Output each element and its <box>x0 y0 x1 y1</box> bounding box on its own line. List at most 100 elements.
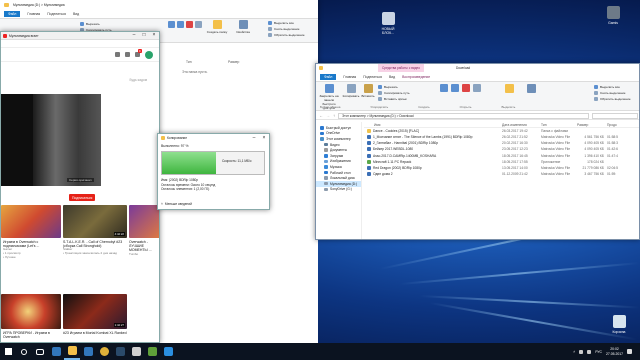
file-type: Matroska Video File <box>541 147 571 152</box>
tab-view[interactable]: Вид <box>389 75 395 79</box>
new-folder-button[interactable] <box>500 84 518 94</box>
windows-start-icon[interactable] <box>0 343 16 360</box>
clock[interactable]: 20:02 27.05.2017 <box>606 347 623 355</box>
subscribe-button[interactable]: Подписаться <box>69 194 96 201</box>
input-language[interactable]: РУС <box>595 350 602 354</box>
file-name: Dance - Cookies (2015) [FLAC] <box>373 129 419 134</box>
minimize-icon[interactable]: – <box>129 32 139 40</box>
new-folder-button[interactable]: Создать папку <box>206 20 228 34</box>
column-header-duration[interactable]: Продо <box>607 123 629 127</box>
tab-playback[interactable]: Воспроизведение <box>402 75 430 79</box>
column-header-name[interactable]: Имя <box>364 123 502 127</box>
video-card[interactable]: #23 Играем в Mortal Kombat XL Ranked <box>63 331 127 335</box>
tab-home[interactable]: Главная <box>27 12 40 16</box>
action-center-icon[interactable] <box>627 349 632 354</box>
notifications-button[interactable]: 9 <box>135 48 142 58</box>
close-icon[interactable]: × <box>149 32 159 40</box>
steam-icon-glyph <box>115 347 125 356</box>
video-thumbnail[interactable]: 1:42:27 <box>63 294 127 329</box>
video-thumbnail[interactable]: 4:42:22 <box>63 205 127 238</box>
video-duration: 1:42:27 <box>113 323 125 327</box>
tab-view[interactable]: Вид <box>73 12 79 16</box>
tab-file[interactable]: Файл <box>4 10 21 17</box>
video-card[interactable]: ИГРА ПРОВЕРКИ - Играем в Overwatch <box>3 331 61 339</box>
video-title[interactable]: #23 Играем в Mortal Kombat XL Ranked <box>63 331 127 335</box>
desktop-icon-new-block[interactable]: НОВЫЙ БЛОК... <box>374 12 402 35</box>
move-to-icon[interactable] <box>440 84 448 92</box>
up-arrow-icon[interactable]: ↑ <box>333 113 335 118</box>
address-bar <box>1 40 159 48</box>
delete-icon[interactable] <box>462 84 470 92</box>
search-icon[interactable] <box>16 343 32 360</box>
column-header-size[interactable]: Размер <box>577 123 607 127</box>
maximize-icon[interactable]: □ <box>139 32 149 40</box>
desktop-icon-recycle-bin[interactable]: Корзина <box>605 315 633 334</box>
steam-icon[interactable] <box>112 343 128 360</box>
file-type: Папка с файлами <box>541 129 569 134</box>
file-row[interactable]: Один дома 2 01.12.2009 21:42 Matroska Vide… <box>364 171 639 177</box>
skype-icon[interactable] <box>160 343 176 360</box>
video-thumbnail[interactable] <box>1 294 61 329</box>
browser-window[interactable]: Мультимедиа вгает – □ × 9 Будь кадом Сер… <box>0 31 160 343</box>
tab-file[interactable]: Файл <box>320 73 337 80</box>
back-arrow-icon[interactable]: ← <box>319 113 323 118</box>
tray-up-chevron-icon[interactable]: ˄ <box>573 350 575 354</box>
tab-share[interactable]: Поделиться <box>47 12 66 16</box>
obs-icon[interactable] <box>128 343 144 360</box>
invert-selection-button[interactable]: Обратить выделение <box>268 32 305 38</box>
utorrent-icon[interactable] <box>144 343 160 360</box>
move-to-icon[interactable] <box>168 21 175 28</box>
copy-progress-dialog[interactable]: Копирование – × Выполнено: 97 % Скорость… <box>157 133 270 210</box>
forward-arrow-icon[interactable]: → <box>326 113 330 118</box>
video-title[interactable]: Overwatch - ЛУЧШИЕ МОМЕНТЫ ... <box>129 240 159 253</box>
fewer-details-button[interactable]: ˄ Меньше сведений <box>161 202 192 206</box>
delete-icon[interactable] <box>186 21 193 28</box>
file-list: Имя Дата изменения Тип Размер Продо Danc… <box>364 122 639 239</box>
desktop-icon-gamis[interactable]: Gamis <box>599 6 627 25</box>
dialog-title-bar: Копирование – × <box>158 134 269 142</box>
tab-home[interactable]: Главная <box>343 75 356 79</box>
video-card[interactable]: S.T.A.L.K.E.R. - Call of Chernobyl #23 (… <box>63 240 127 256</box>
properties-button[interactable] <box>522 84 540 94</box>
address-breadcrumb[interactable]: Этот компьютер > Мультимедиа (D:) > Down… <box>338 112 589 119</box>
video-player[interactable]: Серия оригинал <box>1 94 101 186</box>
search-input[interactable] <box>592 112 638 119</box>
tab-share[interactable]: Поделиться <box>363 75 382 79</box>
store-icon[interactable] <box>80 343 96 360</box>
minimize-icon[interactable]: – <box>249 134 259 143</box>
video-title[interactable]: ИГРА ПРОВЕРКИ - Играем в Overwatch <box>3 331 61 339</box>
explorer-window-main[interactable]: Средства работы с видео Download Файл Гл… <box>315 63 640 240</box>
edge-icon[interactable] <box>48 343 64 360</box>
video-card[interactable]: Играем в Overwatch с подписчиками (Let's… <box>3 240 61 260</box>
copy-button[interactable]: Копировать <box>343 84 359 98</box>
paste-button[interactable]: Вставить <box>360 84 376 98</box>
upload-icon[interactable] <box>115 52 120 57</box>
video-thumbnail[interactable] <box>1 205 61 238</box>
copy-to-icon[interactable] <box>177 21 184 28</box>
video-card[interactable]: Overwatch - ЛУЧШИЕ МОМЕНТЫ ... Tumbo <box>129 240 159 256</box>
avatar[interactable] <box>145 50 153 59</box>
copy-to-icon[interactable] <box>451 84 459 92</box>
browser-tab[interactable]: Мультимедиа вгает <box>1 33 39 38</box>
close-icon[interactable]: × <box>259 134 269 143</box>
paste-shortcut-button[interactable]: Вставить ярлык <box>378 96 410 102</box>
nav-item-sony-drive[interactable]: SonyDrive (G:) <box>316 187 361 193</box>
file-type-icon <box>367 165 371 170</box>
rename-icon[interactable] <box>195 21 202 28</box>
volume-icon[interactable] <box>587 349 592 354</box>
rename-icon[interactable] <box>473 84 481 92</box>
network-icon[interactable] <box>579 349 584 354</box>
column-header-type[interactable]: Тип <box>186 60 192 64</box>
task-view-icon[interactable] <box>32 343 48 360</box>
video-thumbnail[interactable] <box>129 205 159 238</box>
column-header-type[interactable]: Тип <box>541 123 577 127</box>
properties-button[interactable]: Свойства <box>232 20 254 34</box>
invert-selection-button[interactable]: Обратить выделение <box>594 96 631 102</box>
video-title[interactable]: S.T.A.L.K.E.R. - Call of Chernobyl #23 (… <box>63 240 127 248</box>
explorer-icon[interactable] <box>64 343 80 360</box>
file-date: 23.05.2017 12:23 <box>502 147 528 152</box>
apps-icon[interactable] <box>125 52 130 57</box>
column-header-date[interactable]: Дата изменения <box>502 123 541 127</box>
chrome-icon[interactable] <box>96 343 112 360</box>
column-header-size[interactable]: Размер <box>228 60 239 64</box>
